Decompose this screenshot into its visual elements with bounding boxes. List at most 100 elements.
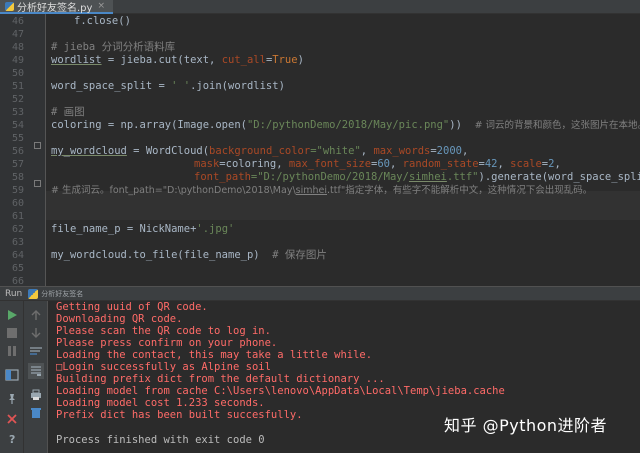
code-text: my_wordcloud.to_file(file_name_p) <box>51 249 273 261</box>
line-number: 55 <box>11 133 24 144</box>
file-tab[interactable]: 分析好友签名.py × <box>0 0 113 14</box>
code-string: .ttf" <box>446 171 479 183</box>
code-param: random_state <box>402 158 479 170</box>
console-line: Loading model from cache C:\Users\lenovo… <box>56 385 505 397</box>
line-number: 59 <box>11 185 24 196</box>
code-comment: .ttf"指定字体，有些字不能解析中文，这种情况下会出现乱码。 <box>327 185 593 196</box>
down-arrow-icon[interactable] <box>28 325 44 341</box>
code-line-51: word_space_split = ' '.join(wordlist) <box>51 80 285 93</box>
trash-icon[interactable] <box>28 405 44 421</box>
code-string: "D:/pythonDemo/2018/May/pic.png" <box>246 119 450 131</box>
python-file-icon <box>5 1 14 11</box>
code-keyword: True <box>272 54 298 66</box>
code-comment: # 生成词云。font_path="D:\pythonDemo\2018\May… <box>51 185 296 196</box>
code-line-49: wordlist = jieba.cut(text, cut_all=True) <box>51 54 304 67</box>
code-string: ="white" <box>310 145 361 157</box>
code-comment: # 词云的背景和颜色，这张图片在本地。 <box>474 120 640 131</box>
line-number: 51 <box>11 81 24 92</box>
code-line-62: file_name_p = NickName+'.jpg' <box>51 223 234 236</box>
scroll-end-icon[interactable] <box>28 363 44 379</box>
line-number: 50 <box>11 68 24 79</box>
pin-icon[interactable] <box>4 391 20 407</box>
help-icon[interactable]: ? <box>4 431 20 447</box>
code-identifier: my_wordcloud <box>51 145 127 157</box>
code-text: , <box>390 158 403 170</box>
stop-icon[interactable] <box>4 325 20 341</box>
code-text: ).generate(word_space_split) <box>478 171 640 183</box>
code-text: file_name_p = NickName+ <box>51 223 197 235</box>
code-line-59: # 生成词云。font_path="D:\pythonDemo\2018\May… <box>51 184 592 197</box>
code-number: 60 <box>377 158 391 170</box>
code-line-64: my_wordcloud.to_file(file_name_p) # 保存图片 <box>51 249 327 262</box>
code-text: , <box>497 158 511 170</box>
line-number: 58 <box>11 172 24 183</box>
code-line-53: # 画图 <box>51 106 85 119</box>
watermark: 知乎 @Python进阶者 <box>444 416 608 435</box>
code-text: = WordCloud( <box>126 145 210 157</box>
code-param: cut_all <box>221 54 266 66</box>
svg-text:?: ? <box>9 433 15 445</box>
console-line: □Login successfully as Alpine soil <box>56 361 271 373</box>
code-text: f.close() <box>74 15 131 27</box>
print-icon[interactable] <box>28 387 44 403</box>
code-text: , <box>360 145 374 157</box>
run-toolbar-right <box>24 301 48 453</box>
line-number: 65 <box>11 263 24 274</box>
run-config-tab[interactable]: 分析好友签名 <box>41 289 83 299</box>
code-comment: # 保存图片 <box>272 249 327 261</box>
fold-marker-icon[interactable] <box>34 142 41 149</box>
layout-icon[interactable] <box>4 367 20 383</box>
line-number: 61 <box>11 211 24 222</box>
code-number: 42 <box>484 158 498 170</box>
line-number: 62 <box>11 224 24 235</box>
run-panel-header: Run 分析好友签名 <box>0 286 640 301</box>
line-number: 52 <box>11 94 24 105</box>
file-tab-label: 分析好友签名.py <box>17 2 93 14</box>
console-line: Building prefix dict from the default di… <box>56 373 385 385</box>
code-string: '.jpg' <box>196 223 235 235</box>
code-line-54: coloring = np.array(Image.open("D:/pytho… <box>51 119 640 132</box>
code-param: font_path <box>194 171 251 183</box>
close-icon[interactable]: × <box>97 1 105 11</box>
code-identifier: wordlist <box>51 54 102 66</box>
line-number: 60 <box>11 198 24 209</box>
close-icon[interactable] <box>4 411 20 427</box>
up-arrow-icon[interactable] <box>28 307 44 323</box>
line-number: 56 <box>11 146 24 157</box>
run-icon[interactable] <box>4 307 20 323</box>
console-line: Loading the contact, this may take a lit… <box>56 349 373 361</box>
code-line-58: font_path="D:/pythonDemo/2018/May/simhei… <box>194 171 640 184</box>
code-param: max_words <box>373 145 431 157</box>
code-number: 2000 <box>436 145 462 157</box>
code-param: scale <box>510 158 542 170</box>
code-text: coloring = np.array(Image.open( <box>51 119 247 131</box>
console-exit-message: Process finished with exit code 0 <box>56 434 265 446</box>
line-number: 54 <box>11 120 24 131</box>
code-param: background_color <box>209 145 311 157</box>
line-number: 64 <box>11 250 24 261</box>
code-text: .join(wordlist) <box>190 80 285 92</box>
console-line: Loading model cost 1.233 seconds. <box>56 397 265 409</box>
code-line-46: f.close() <box>74 15 131 28</box>
pause-icon[interactable] <box>4 343 20 359</box>
code-editor[interactable]: 46 47 48 49 50 51 52 53 54 55 56 57 58 59 60 61 62 63 64 65… <box>0 14 640 287</box>
code-comment: # jieba 分词分析语料库 <box>51 41 176 53</box>
code-line-48: # jieba 分词分析语料库 <box>51 41 175 54</box>
code-comment: simhei <box>295 185 328 196</box>
line-number: 57 <box>11 159 24 170</box>
fold-marker-icon[interactable] <box>34 180 41 187</box>
code-line-57: mask=coloring, max_font_size=60, random_… <box>194 158 561 171</box>
console-line: Please scan the QR code to log in. <box>56 325 271 337</box>
code-string: ' ' <box>171 80 191 92</box>
code-line-56: my_wordcloud = WordCloud(background_colo… <box>51 145 468 158</box>
code-text: , <box>461 145 469 157</box>
code-param: mask <box>194 158 220 170</box>
line-number: 48 <box>11 42 24 53</box>
code-param: max_font_size <box>288 158 372 170</box>
soft-wrap-icon[interactable] <box>28 343 44 359</box>
code-string: ="D:/pythonDemo/2018/May/ <box>250 171 409 183</box>
line-number: 46 <box>11 16 24 27</box>
console-line: Getting uuid of QR code. <box>56 301 208 313</box>
code-text: ) <box>297 54 304 66</box>
code-text: = jieba.cut(text, <box>101 54 222 66</box>
